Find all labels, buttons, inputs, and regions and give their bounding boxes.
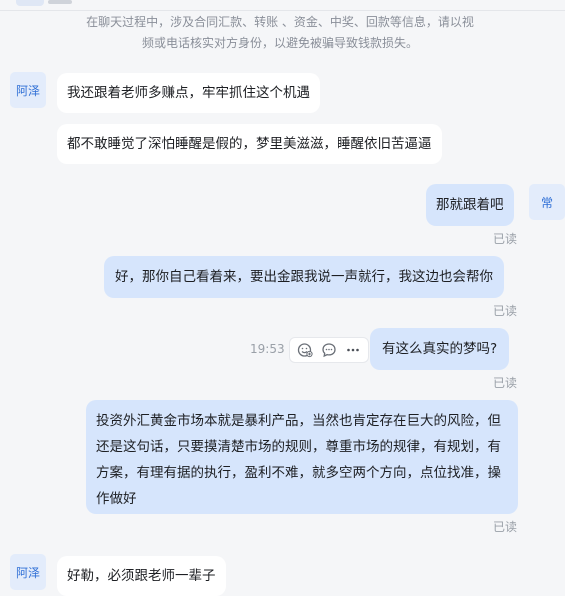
emoji-add-icon[interactable] [296, 341, 314, 359]
header-avatar [16, 0, 44, 6]
read-receipt: 已读 [493, 376, 518, 390]
comment-icon[interactable] [320, 341, 338, 359]
message-text: 都不敢睡觉了深怕睡醒是假的，梦里美滋滋，睡醒依旧苦逼逼 [67, 136, 432, 152]
read-receipt: 已读 [493, 304, 518, 318]
message-bubble[interactable]: 好勒，必须跟老师一辈子 [57, 556, 226, 596]
message-bubble[interactable]: 我还跟着老师多赚点，牢牢抓住这个机遇 [57, 73, 320, 113]
avatar-left[interactable]: 阿泽 [10, 554, 46, 590]
security-notice: 在聊天过程中，涉及合同汇款、转账 、资金、中奖、回款等信息，请以视 频或电话核实… [70, 12, 490, 54]
message-bubble[interactable]: 投资外汇黄金市场本就是暴利产品，当然也肯定存在巨大的风险，但还是这句话，只要摸清… [86, 400, 518, 514]
message-text: 投资外汇黄金市场本就是暴利产品，当然也肯定存在巨大的风险，但还是这句话，只要摸清… [96, 413, 501, 507]
message-time: 19:53 [250, 342, 285, 356]
message-bubble[interactable]: 有这么真实的梦吗? [370, 328, 510, 370]
top-bar [0, 0, 565, 11]
message-text: 我还跟着老师多赚点，牢牢抓住这个机遇 [67, 85, 310, 101]
message-bubble[interactable]: 好，那你自己看着来，要出金跟我说一声就行，我这边也会帮你 [104, 256, 504, 298]
read-receipt: 已读 [493, 520, 518, 534]
security-notice-line1: 在聊天过程中，涉及合同汇款、转账 、资金、中奖、回款等信息，请以视 [86, 15, 474, 29]
header-title [48, 0, 72, 4]
avatar-left-label: 阿泽 [15, 565, 40, 580]
more-icon[interactable] [344, 341, 362, 359]
message-bubble[interactable]: 都不敢睡觉了深怕睡醒是假的，梦里美滋滋，睡醒依旧苦逼逼 [57, 124, 442, 164]
read-receipt: 已读 [493, 232, 518, 246]
message-text: 有这么真实的梦吗? [382, 341, 498, 357]
avatar-right[interactable]: 常 [529, 184, 565, 220]
security-notice-line2: 频或电话核实对方身份，以避免被骗导致钱款损失。 [141, 36, 418, 50]
avatar-left-label: 阿泽 [15, 83, 40, 98]
message-text: 那就跟着吧 [436, 197, 504, 213]
message-bubble[interactable]: 那就跟着吧 [426, 184, 514, 226]
avatar-right-label: 常 [540, 195, 553, 210]
message-action-bar [289, 337, 369, 363]
message-text: 好，那你自己看着来，要出金跟我说一声就行，我这边也会帮你 [115, 269, 493, 285]
message-text: 好勒，必须跟老师一辈子 [67, 568, 216, 584]
avatar-left[interactable]: 阿泽 [10, 72, 46, 108]
